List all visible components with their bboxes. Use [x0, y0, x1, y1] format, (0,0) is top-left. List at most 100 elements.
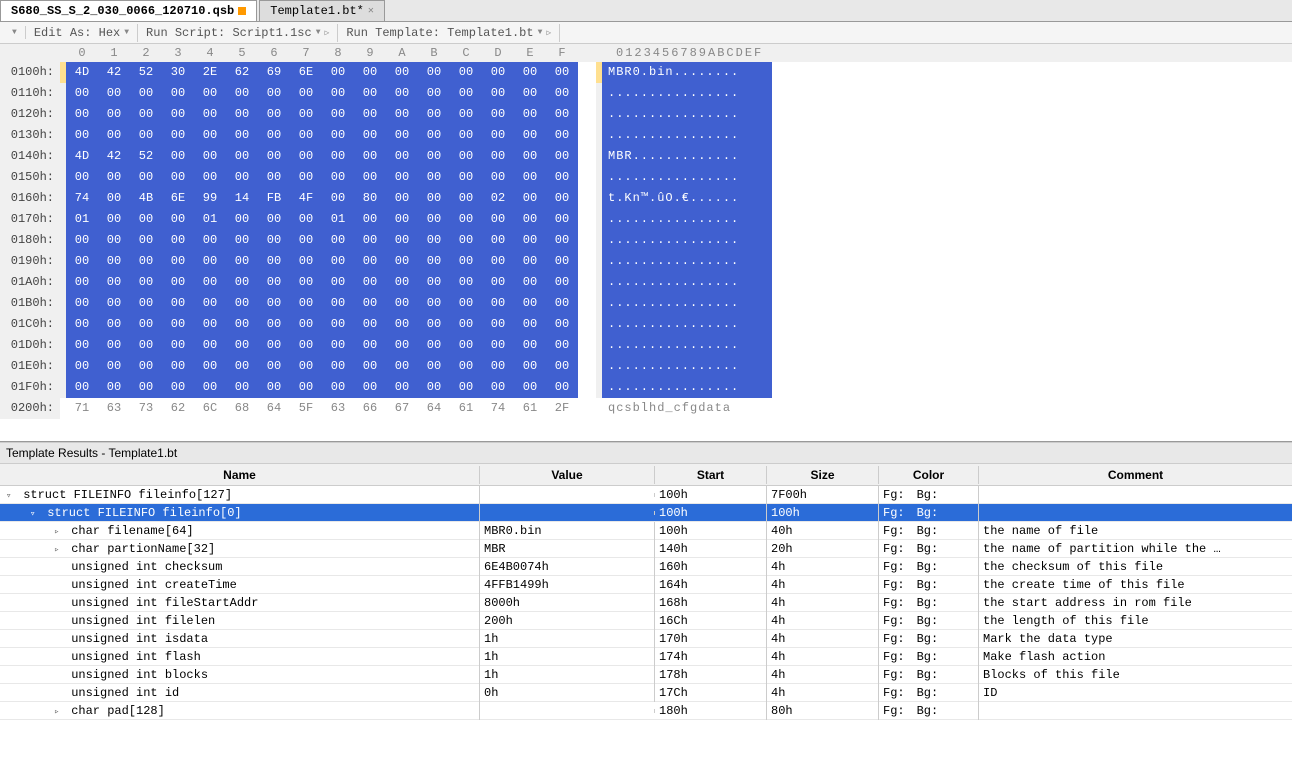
hex-byte[interactable]: 00 — [514, 377, 546, 398]
hex-byte[interactable]: 00 — [546, 104, 578, 125]
hex-byte[interactable]: 00 — [290, 293, 322, 314]
hex-byte[interactable]: 00 — [66, 83, 98, 104]
hex-byte[interactable]: 00 — [130, 272, 162, 293]
hex-byte[interactable]: 00 — [98, 104, 130, 125]
hex-byte[interactable]: 00 — [354, 314, 386, 335]
results-row[interactable]: ▿ struct FILEINFO fileinfo[0]100h100hFg:… — [0, 504, 1292, 522]
run-script-dropdown[interactable]: Run Script: Script1.1sc ▼ ▷ — [138, 24, 338, 42]
hex-byte[interactable]: 00 — [290, 314, 322, 335]
hex-ascii[interactable]: ................ — [602, 335, 772, 356]
hex-byte[interactable]: 61 — [450, 398, 482, 419]
hex-byte[interactable]: 00 — [130, 83, 162, 104]
hex-byte[interactable]: 00 — [386, 230, 418, 251]
hex-byte[interactable]: 00 — [162, 104, 194, 125]
hex-byte[interactable]: 00 — [66, 125, 98, 146]
hex-byte[interactable]: 00 — [546, 293, 578, 314]
hex-byte[interactable]: 00 — [546, 188, 578, 209]
hex-byte[interactable]: 00 — [98, 125, 130, 146]
hex-row[interactable]: 0110h:00000000000000000000000000000000..… — [0, 83, 1292, 104]
hex-byte[interactable]: 68 — [226, 398, 258, 419]
hex-byte[interactable]: 00 — [162, 167, 194, 188]
hex-byte[interactable]: 30 — [162, 62, 194, 83]
hex-bytes[interactable]: 74004B6E9914FB4F0080000000020000 — [66, 188, 578, 209]
hex-byte[interactable]: 00 — [194, 146, 226, 167]
results-row[interactable]: unsigned int fileStartAddr8000h168h4hFg:… — [0, 594, 1292, 612]
hex-byte[interactable]: 00 — [194, 125, 226, 146]
hex-byte[interactable]: 52 — [130, 146, 162, 167]
hex-byte[interactable]: 00 — [354, 167, 386, 188]
edit-as-dropdown[interactable]: Edit As: Hex ▼ — [26, 24, 138, 42]
toolbar-menu-icon[interactable]: ▼ — [4, 26, 26, 39]
hex-bytes[interactable]: 00000000000000000000000000000000 — [66, 314, 578, 335]
hex-byte[interactable]: 00 — [418, 167, 450, 188]
hex-ascii[interactable]: ................ — [602, 377, 772, 398]
hex-byte[interactable]: 52 — [130, 62, 162, 83]
hex-byte[interactable]: 00 — [162, 209, 194, 230]
hex-ascii[interactable]: ................ — [602, 251, 772, 272]
hex-byte[interactable]: 00 — [98, 293, 130, 314]
hex-byte[interactable]: 00 — [546, 251, 578, 272]
hex-byte[interactable]: 00 — [98, 335, 130, 356]
hex-row[interactable]: 01C0h:00000000000000000000000000000000..… — [0, 314, 1292, 335]
hex-byte[interactable]: 00 — [130, 167, 162, 188]
hex-ascii[interactable]: ................ — [602, 356, 772, 377]
hex-editor[interactable]: 0123456789ABCDEF 0123456789ABCDEF 0100h:… — [0, 44, 1292, 442]
hex-byte[interactable]: 00 — [482, 146, 514, 167]
hex-byte[interactable]: 00 — [98, 356, 130, 377]
hex-byte[interactable]: 00 — [98, 209, 130, 230]
hex-byte[interactable]: 00 — [354, 251, 386, 272]
hex-byte[interactable]: 00 — [450, 272, 482, 293]
hex-byte[interactable]: 00 — [66, 356, 98, 377]
hex-byte[interactable]: 00 — [386, 356, 418, 377]
hex-byte[interactable]: 00 — [418, 314, 450, 335]
hex-byte[interactable]: 00 — [194, 314, 226, 335]
hex-ascii[interactable]: ................ — [602, 314, 772, 335]
col-header-comment[interactable]: Comment — [979, 466, 1292, 484]
hex-byte[interactable]: 00 — [514, 314, 546, 335]
hex-byte[interactable]: 00 — [546, 356, 578, 377]
hex-row[interactable]: 0200h:716373626C68645F636667646174612Fqc… — [0, 398, 1292, 419]
hex-byte[interactable]: 00 — [194, 335, 226, 356]
hex-byte[interactable]: 00 — [482, 62, 514, 83]
hex-byte[interactable]: 01 — [66, 209, 98, 230]
hex-byte[interactable]: 00 — [98, 251, 130, 272]
hex-byte[interactable]: 00 — [162, 251, 194, 272]
hex-byte[interactable]: 00 — [226, 251, 258, 272]
col-header-color[interactable]: Color — [879, 466, 979, 484]
hex-byte[interactable]: 00 — [130, 251, 162, 272]
hex-byte[interactable]: 00 — [450, 209, 482, 230]
hex-byte[interactable]: 00 — [418, 209, 450, 230]
hex-byte[interactable]: 00 — [162, 356, 194, 377]
hex-row[interactable]: 01D0h:00000000000000000000000000000000..… — [0, 335, 1292, 356]
hex-byte[interactable]: 00 — [194, 272, 226, 293]
hex-byte[interactable]: 00 — [386, 335, 418, 356]
hex-byte[interactable]: 00 — [258, 146, 290, 167]
hex-ascii[interactable]: MBR............. — [602, 146, 772, 167]
hex-byte[interactable]: 00 — [290, 209, 322, 230]
hex-byte[interactable]: 00 — [66, 167, 98, 188]
hex-byte[interactable]: 00 — [418, 293, 450, 314]
hex-byte[interactable]: 00 — [546, 83, 578, 104]
hex-byte[interactable]: 00 — [226, 125, 258, 146]
hex-byte[interactable]: 00 — [354, 356, 386, 377]
hex-row[interactable]: 0170h:01000000010000000100000000000000..… — [0, 209, 1292, 230]
hex-byte[interactable]: 00 — [418, 62, 450, 83]
hex-byte[interactable]: 00 — [546, 335, 578, 356]
hex-byte[interactable]: 64 — [258, 398, 290, 419]
hex-byte[interactable]: 00 — [482, 209, 514, 230]
hex-row[interactable]: 0100h:4D4252302E62696E0000000000000000MB… — [0, 62, 1292, 83]
results-row[interactable]: ▹ char filename[64]MBR0.bin100h40hFg:Bg:… — [0, 522, 1292, 540]
hex-byte[interactable]: 00 — [514, 272, 546, 293]
hex-byte[interactable]: 00 — [418, 335, 450, 356]
hex-byte[interactable]: 00 — [354, 230, 386, 251]
hex-byte[interactable]: 00 — [386, 167, 418, 188]
hex-byte[interactable]: 00 — [162, 335, 194, 356]
file-tab[interactable]: S680_SS_S_2_030_0066_120710.qsb — [0, 0, 257, 21]
hex-byte[interactable]: 00 — [418, 104, 450, 125]
hex-bytes[interactable]: 00000000000000000000000000000000 — [66, 272, 578, 293]
hex-byte[interactable]: 00 — [194, 167, 226, 188]
hex-byte[interactable]: 00 — [66, 230, 98, 251]
hex-byte[interactable]: 00 — [290, 335, 322, 356]
hex-byte[interactable]: 2F — [546, 398, 578, 419]
hex-byte[interactable]: 00 — [258, 314, 290, 335]
